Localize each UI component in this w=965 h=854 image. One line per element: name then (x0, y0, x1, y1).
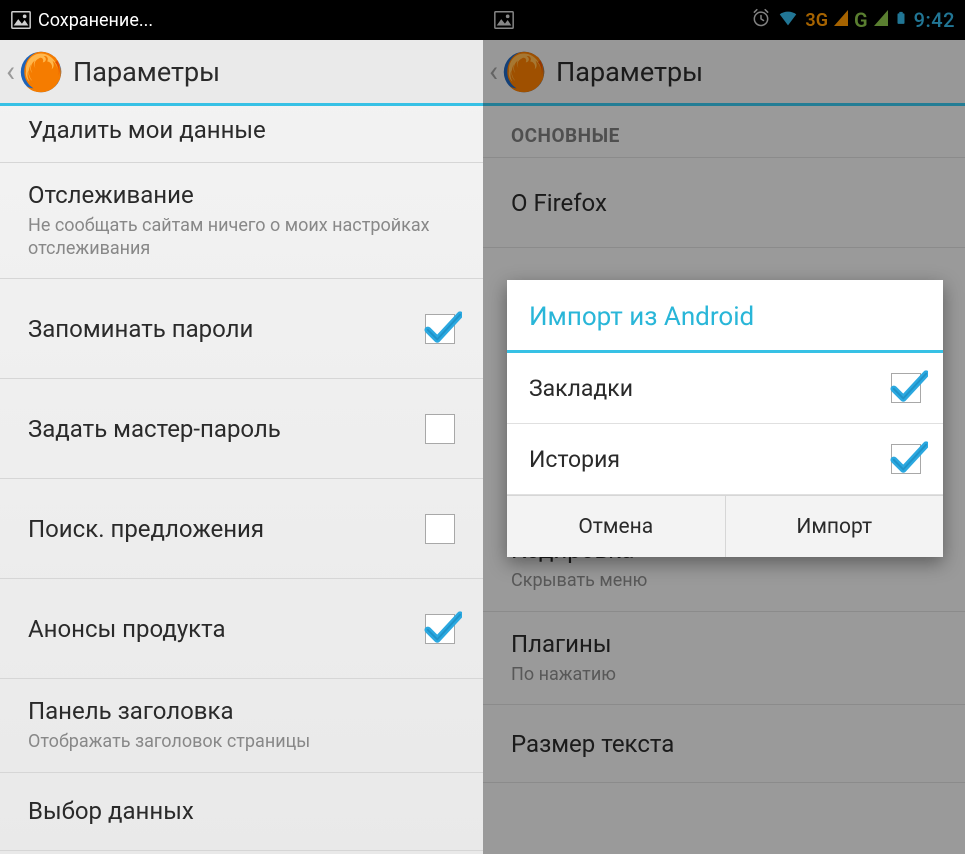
dialog-row-bookmarks[interactable]: Закладки (507, 353, 943, 424)
back-caret-icon[interactable]: ‹ (6, 54, 15, 89)
screen-right: 3G G 9:42 ‹ Параметры ОСНОВНЫЕ О Firefox (483, 0, 965, 854)
row-title: Задать мастер-пароль (28, 415, 415, 443)
checkbox-search-suggestions[interactable] (425, 514, 455, 544)
row-title: Отслеживание (28, 181, 455, 209)
row-title: Выбор данных (28, 797, 455, 825)
statusbar-left: Сохранение... (0, 0, 483, 40)
checkbox-master-password[interactable] (425, 414, 455, 444)
actionbar-left[interactable]: ‹ Параметры (0, 40, 483, 106)
statusbar-saving-text: Сохранение... (38, 10, 153, 31)
dialog-title: Импорт из Android (507, 280, 943, 353)
picture-icon (10, 9, 32, 31)
checkbox-remember-passwords[interactable] (425, 314, 455, 344)
row-product-announcements[interactable]: Анонсы продукта (0, 579, 483, 679)
import-button[interactable]: Импорт (725, 496, 944, 557)
screen-left: Сохранение... ‹ Параметры Удалить мои да… (0, 0, 483, 854)
row-title: Удалить мои данные (28, 116, 455, 144)
cancel-button[interactable]: Отмена (507, 496, 725, 557)
row-subtitle: Не сообщать сайтам ничего о моих настрой… (28, 215, 455, 260)
row-remember-passwords[interactable]: Запоминать пароли (0, 279, 483, 379)
dialog-row-label: Закладки (529, 375, 881, 402)
row-subtitle: Отображать заголовок страницы (28, 731, 455, 754)
dialog-row-history[interactable]: История (507, 424, 943, 495)
row-title: Запоминать пароли (28, 315, 415, 343)
row-tracking[interactable]: Отслеживание Не сообщать сайтам ничего о… (0, 163, 483, 279)
firefox-logo-icon (19, 50, 63, 94)
row-title-bar[interactable]: Панель заголовка Отображать заголовок ст… (0, 679, 483, 773)
settings-list-left: Удалить мои данные Отслеживание Не сообщ… (0, 106, 483, 851)
checkbox-bookmarks[interactable] (891, 373, 921, 403)
row-search-suggestions[interactable]: Поиск. предложения (0, 479, 483, 579)
row-title: Анонсы продукта (28, 615, 415, 643)
import-dialog: Импорт из Android Закладки История Отмен… (507, 280, 943, 557)
dialog-row-label: История (529, 446, 881, 473)
row-delete-data[interactable]: Удалить мои данные (0, 106, 483, 163)
row-master-password[interactable]: Задать мастер-пароль (0, 379, 483, 479)
row-data-choices[interactable]: Выбор данных (0, 773, 483, 851)
checkbox-product-announcements[interactable] (425, 614, 455, 644)
row-title: Поиск. предложения (28, 515, 415, 543)
dialog-button-bar: Отмена Импорт (507, 495, 943, 557)
checkbox-history[interactable] (891, 444, 921, 474)
actionbar-title: Параметры (73, 56, 220, 88)
row-title: Панель заголовка (28, 697, 455, 725)
